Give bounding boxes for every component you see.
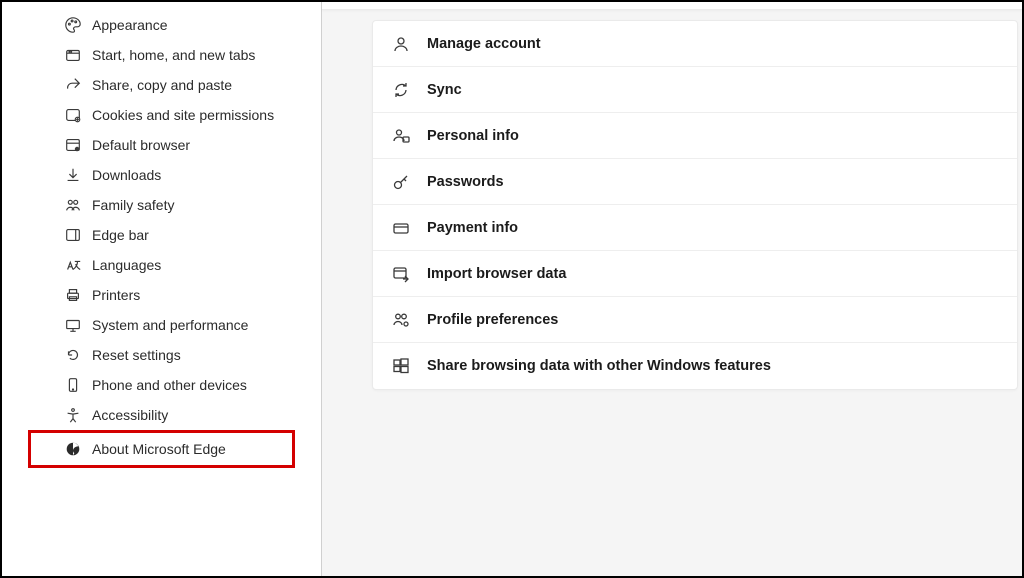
share-icon (64, 76, 82, 94)
sidebar-item-label: System and performance (64, 317, 248, 333)
system-icon (64, 316, 82, 334)
sidebar-item-printers[interactable]: Printers (2, 280, 321, 310)
sidebar-item-appearance[interactable]: Appearance (2, 10, 321, 40)
sidebar-item-label: Phone and other devices (64, 377, 247, 393)
sidebar-item-default-browser[interactable]: Default browser (2, 130, 321, 160)
sidebar-item-label: Start, home, and new tabs (64, 47, 255, 63)
family-icon (64, 196, 82, 214)
sidebar-item-edge-bar[interactable]: Edge bar (2, 220, 321, 250)
sidebar-item-downloads[interactable]: Downloads (2, 160, 321, 190)
reset-icon (64, 346, 82, 364)
row-label: Personal info (427, 128, 519, 144)
sidebar-item-label: Cookies and site permissions (64, 107, 274, 123)
row-label: Passwords (427, 174, 504, 190)
sidebar-item-phone[interactable]: Phone and other devices (2, 370, 321, 400)
sidebar-item-share[interactable]: Share, copy and paste (2, 70, 321, 100)
row-share-windows[interactable]: Share browsing data with other Windows f… (373, 343, 1017, 389)
phone-icon (64, 376, 82, 394)
row-label: Payment info (427, 220, 518, 236)
browser-icon (64, 136, 82, 154)
row-manage-account[interactable]: Manage account (373, 21, 1017, 67)
row-label: Profile preferences (427, 312, 558, 328)
cookie-icon (64, 106, 82, 124)
card-icon (391, 218, 411, 238)
row-passwords[interactable]: Passwords (373, 159, 1017, 205)
top-divider (322, 2, 1022, 10)
sidebar-item-family[interactable]: Family safety (2, 190, 321, 220)
tab-icon (64, 46, 82, 64)
languages-icon (64, 256, 82, 274)
sidebar-item-label: About Microsoft Edge (64, 441, 226, 457)
settings-sidebar: Appearance Start, home, and new tabs Sha… (2, 2, 322, 576)
sidebar-item-label: Default browser (64, 137, 190, 153)
row-sync[interactable]: Sync (373, 67, 1017, 113)
printer-icon (64, 286, 82, 304)
sidebar-item-label: Share, copy and paste (64, 77, 232, 93)
sidebar-item-about-edge[interactable]: About Microsoft Edge (30, 432, 293, 466)
sidebar-item-start-home[interactable]: Start, home, and new tabs (2, 40, 321, 70)
personal-info-icon (391, 126, 411, 146)
sidebar-item-system[interactable]: System and performance (2, 310, 321, 340)
windows-icon (391, 356, 411, 376)
edgebar-icon (64, 226, 82, 244)
sidebar-item-cookies[interactable]: Cookies and site permissions (2, 100, 321, 130)
row-personal-info[interactable]: Personal info (373, 113, 1017, 159)
account-icon (391, 34, 411, 54)
accessibility-icon (64, 406, 82, 424)
row-label: Share browsing data with other Windows f… (427, 358, 771, 374)
row-label: Manage account (427, 36, 541, 52)
row-label: Sync (427, 82, 462, 98)
row-label: Import browser data (427, 266, 566, 282)
download-icon (64, 166, 82, 184)
profile-panel: Manage account Sync Personal info Passwo… (372, 20, 1018, 390)
profile-pref-icon (391, 310, 411, 330)
settings-main: Manage account Sync Personal info Passwo… (322, 2, 1022, 576)
import-icon (391, 264, 411, 284)
sidebar-item-languages[interactable]: Languages (2, 250, 321, 280)
row-payment-info[interactable]: Payment info (373, 205, 1017, 251)
edge-icon (64, 440, 82, 458)
sidebar-item-accessibility[interactable]: Accessibility (2, 400, 321, 430)
key-icon (391, 172, 411, 192)
palette-icon (64, 16, 82, 34)
row-profile-preferences[interactable]: Profile preferences (373, 297, 1017, 343)
sidebar-item-reset[interactable]: Reset settings (2, 340, 321, 370)
row-import-data[interactable]: Import browser data (373, 251, 1017, 297)
sync-icon (391, 80, 411, 100)
